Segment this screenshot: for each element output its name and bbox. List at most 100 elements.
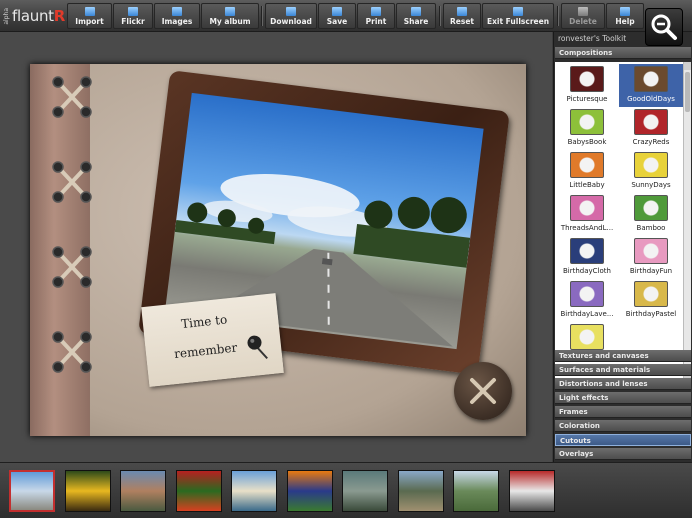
import-icon xyxy=(84,7,95,16)
flickr-button[interactable]: Flickr xyxy=(113,3,153,29)
images-button[interactable]: Images xyxy=(154,3,200,29)
composition-label: BabysBook xyxy=(567,138,607,146)
ducks-thumbnail[interactable] xyxy=(342,470,388,512)
peppers-thumbnail[interactable] xyxy=(175,470,222,512)
toolbar-separator xyxy=(439,6,441,26)
section-overlays[interactable]: Overlays xyxy=(555,448,691,460)
composition-label: SunnyDays xyxy=(631,181,671,189)
toolkit-panel: ronvester's Toolkit Compositions Picture… xyxy=(553,32,692,462)
section-surfaces-and-materials[interactable]: Surfaces and materials xyxy=(555,364,691,376)
reset-icon xyxy=(457,7,467,16)
toolbar: alpha flaunt R Import Flickr Images My al… xyxy=(0,0,692,32)
road-thumbnail[interactable] xyxy=(9,470,55,512)
composition-thumbnail xyxy=(570,109,604,135)
save-icon xyxy=(332,7,342,16)
composition-label: ThreadsAndL... xyxy=(560,224,614,232)
save-label: Save xyxy=(326,17,348,26)
carriage-thumbnail[interactable] xyxy=(397,470,444,512)
composition-thumbnail xyxy=(570,238,604,264)
logo-brand-r: R xyxy=(53,7,66,25)
toolkit-title: ronvester's Toolkit xyxy=(558,34,627,43)
delete-icon xyxy=(578,7,588,16)
print-button[interactable]: Print xyxy=(357,3,395,29)
section-coloration[interactable]: Coloration xyxy=(555,420,691,432)
composition-item[interactable]: Bamboo xyxy=(619,193,683,236)
exit-fullscreen-icon xyxy=(513,7,523,16)
composition-label: CrazyReds xyxy=(632,138,670,146)
composition-item[interactable]: BirthdayFun xyxy=(619,236,683,279)
filmstrip xyxy=(0,462,692,518)
caption-line-2: remember xyxy=(173,340,238,362)
compositions-grid[interactable]: Picturesque GoodOldDays BabysBook CrazyReds… xyxy=(555,62,683,380)
sunflower-thumbnail[interactable] xyxy=(64,470,111,512)
scrollbar-thumb[interactable] xyxy=(685,72,690,112)
zoom-out-button[interactable] xyxy=(645,8,683,46)
share-icon xyxy=(411,7,421,16)
delete-button[interactable]: Delete xyxy=(561,3,605,29)
composition-thumbnail xyxy=(634,238,668,264)
composition-thumbnail xyxy=(634,195,668,221)
composition-label: BirthdayPastel xyxy=(625,310,677,318)
caption-note[interactable]: Time to remember xyxy=(141,293,284,387)
composition-thumbnail xyxy=(634,66,668,92)
share-button[interactable]: Share xyxy=(396,3,436,29)
import-button[interactable]: Import xyxy=(67,3,112,29)
share-label: Share xyxy=(403,17,429,26)
composition-label: BirthdayFun xyxy=(629,267,673,275)
flower-thumbnail[interactable] xyxy=(286,470,333,512)
landscape-thumbnail[interactable] xyxy=(453,470,499,512)
my-album-button[interactable]: My album xyxy=(201,3,259,29)
composition-item[interactable]: SunnyDays xyxy=(619,150,683,193)
reset-button[interactable]: Reset xyxy=(443,3,481,29)
composition-label: Bamboo xyxy=(636,224,666,232)
section-light-effects[interactable]: Light effects xyxy=(555,392,691,404)
toolbar-separator xyxy=(261,6,263,26)
beach-thumbnail[interactable] xyxy=(231,470,277,512)
sewing-button-decoration xyxy=(454,362,512,420)
scroll-up-arrow[interactable] xyxy=(684,62,691,70)
composition-thumbnail xyxy=(570,195,604,221)
section-textures-and-canvases[interactable]: Textures and canvases xyxy=(555,350,691,362)
import-label: Import xyxy=(75,17,104,26)
caption-line-1: Time to xyxy=(180,312,228,332)
help-label: Help xyxy=(615,17,635,26)
my-album-label: My album xyxy=(209,17,251,26)
images-label: Images xyxy=(161,17,193,26)
flickr-icon xyxy=(128,7,138,16)
composition-thumbnail xyxy=(634,281,668,307)
section-frames[interactable]: Frames xyxy=(555,406,691,418)
toolbar-separator xyxy=(557,6,559,26)
section-compositions[interactable]: Compositions xyxy=(555,47,691,59)
compositions-scrollbar[interactable] xyxy=(683,62,691,380)
exit-fullscreen-label: Exit Fullscreen xyxy=(486,17,550,26)
composition-item[interactable]: BirthdayLave... xyxy=(555,279,619,322)
help-button[interactable]: Help xyxy=(606,3,644,29)
composition-item[interactable]: GoodOldDays xyxy=(619,64,683,107)
composition-item[interactable]: CrazyReds xyxy=(619,107,683,150)
lace-decoration xyxy=(52,76,92,373)
people-thumbnail[interactable] xyxy=(120,470,166,512)
download-button[interactable]: Download xyxy=(265,3,317,29)
reset-label: Reset xyxy=(450,17,474,26)
composition-item[interactable]: BirthdayCloth xyxy=(555,236,619,279)
car-thumbnail[interactable] xyxy=(508,470,555,512)
album-icon xyxy=(225,7,235,16)
save-button[interactable]: Save xyxy=(318,3,356,29)
composition-item[interactable]: Picturesque xyxy=(555,64,619,107)
composition-item[interactable]: BirthdayPastel xyxy=(619,279,683,322)
composition-item[interactable]: BabysBook xyxy=(555,107,619,150)
composition-item[interactable]: ThreadsAndL... xyxy=(555,193,619,236)
composition-item[interactable]: LittleBaby xyxy=(555,150,619,193)
images-icon xyxy=(172,7,182,16)
logo-brand: flaunt xyxy=(12,7,54,25)
button-stitch-icon xyxy=(470,378,496,404)
composition-thumbnail xyxy=(634,152,668,178)
composition-label: GoodOldDays xyxy=(627,95,675,103)
download-label: Download xyxy=(270,17,312,26)
composition-thumbnail xyxy=(570,324,604,350)
section-cutouts[interactable]: Cutouts xyxy=(555,434,691,446)
exit-fullscreen-button[interactable]: Exit Fullscreen xyxy=(482,3,554,29)
delete-label: Delete xyxy=(569,17,597,26)
section-distortions-and-lenses[interactable]: Distortions and lenses xyxy=(555,378,691,390)
flickr-label: Flickr xyxy=(121,17,145,26)
